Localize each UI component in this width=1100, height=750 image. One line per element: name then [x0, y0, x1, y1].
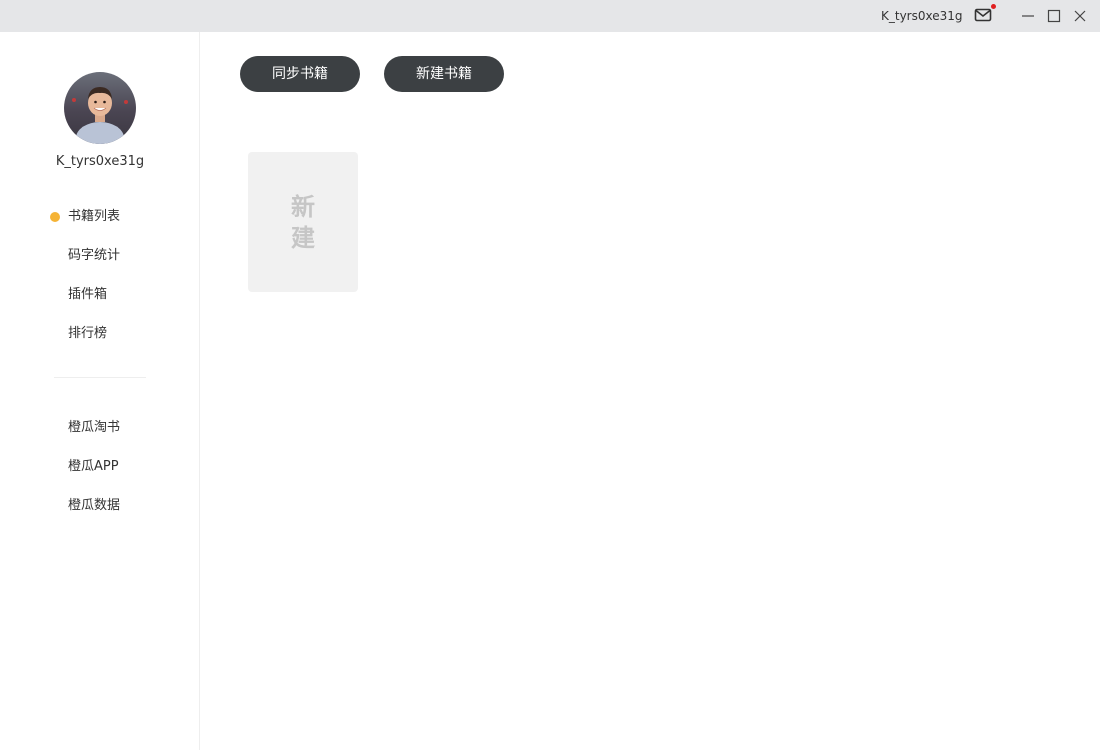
close-icon[interactable]	[1072, 8, 1088, 24]
minimize-icon[interactable]	[1020, 8, 1036, 24]
nav-item-plugins[interactable]: 插件箱	[68, 286, 107, 304]
new-book-card-label: 新 建	[248, 192, 358, 254]
sidebar-username: K_tyrs0xe31g	[55, 154, 145, 169]
nav-item-app[interactable]: 橙瓜APP	[68, 458, 119, 476]
avatar-image	[64, 72, 136, 144]
maximize-icon[interactable]	[1046, 8, 1062, 24]
active-indicator	[50, 212, 60, 222]
sidebar: K_tyrs0xe31g 书籍列表 码字统计 插件箱 排行榜 橙瓜淘书 橙瓜AP…	[0, 32, 200, 750]
nav-item-data[interactable]: 橙瓜数据	[68, 497, 120, 515]
title-bar: K_tyrs0xe31g	[0, 0, 1100, 32]
new-card-line-1: 新	[291, 193, 315, 221]
avatar[interactable]	[64, 72, 136, 144]
sync-books-button[interactable]: 同步书籍	[240, 56, 360, 92]
new-card-line-2: 建	[291, 224, 315, 252]
mail-icon[interactable]	[974, 7, 992, 23]
new-book-button[interactable]: 新建书籍	[384, 56, 504, 92]
notification-dot	[991, 4, 996, 9]
nav-item-book-list[interactable]: 书籍列表	[68, 208, 120, 226]
new-book-card[interactable]: 新 建	[248, 152, 358, 292]
nav-item-rankings[interactable]: 排行榜	[68, 325, 107, 343]
nav-item-word-stats[interactable]: 码字统计	[68, 247, 120, 265]
nav-item-book-shop[interactable]: 橙瓜淘书	[68, 419, 120, 437]
sidebar-divider	[54, 377, 146, 378]
titlebar-username[interactable]: K_tyrs0xe31g	[881, 8, 963, 24]
